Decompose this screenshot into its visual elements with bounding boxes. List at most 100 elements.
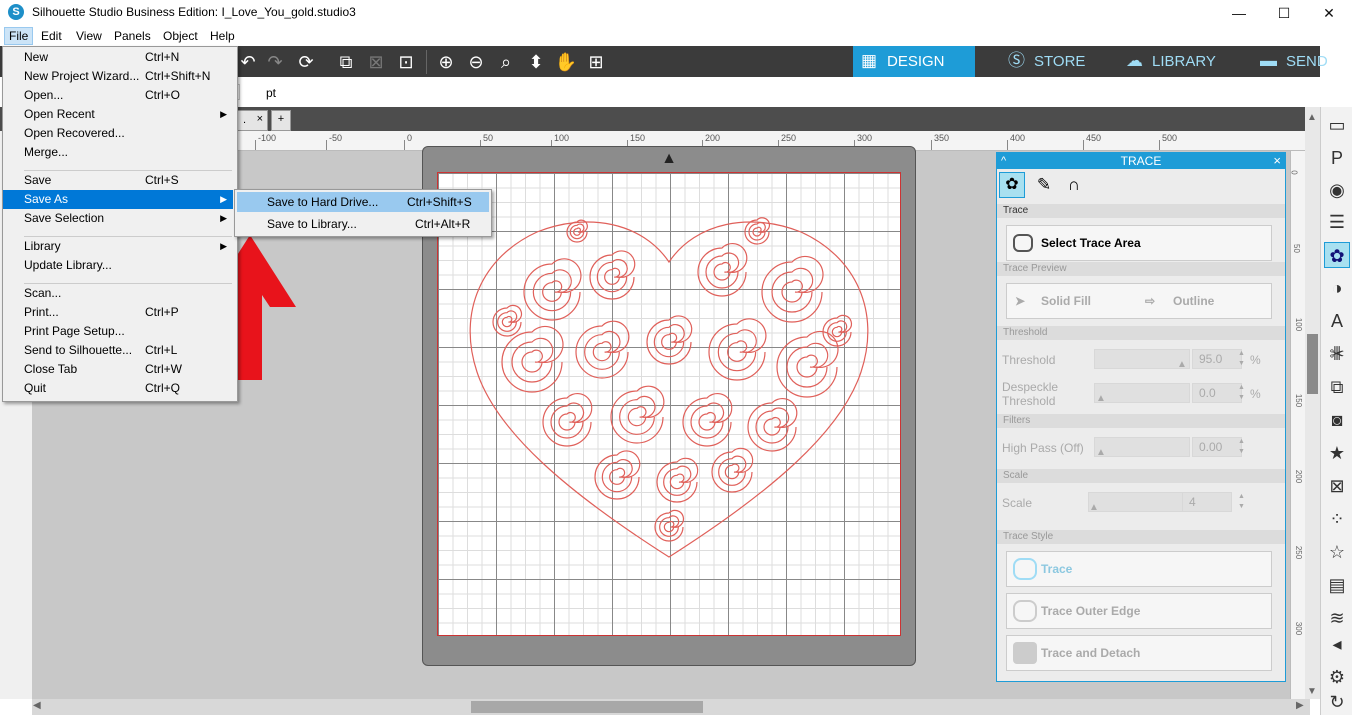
compound-path-icon[interactable]: ⊡ <box>394 50 418 74</box>
undo-icon[interactable]: ↶ <box>236 50 260 74</box>
threshold-slider[interactable] <box>1094 349 1190 369</box>
pixscan-icon[interactable]: P <box>1324 145 1350 171</box>
file-menu-item-open[interactable]: Open... Ctrl+O <box>3 86 233 105</box>
threshold-slider-handle[interactable]: ▲ <box>1177 359 1187 370</box>
fill-icon[interactable]: ◉ <box>1324 177 1350 203</box>
threshold-stepper-icon[interactable]: ▲ ▼ <box>1238 349 1245 369</box>
add-tab-button[interactable]: + <box>271 110 291 131</box>
collapse-panel-icon[interactable]: ^ <box>1001 153 1006 169</box>
despeckle-slider[interactable] <box>1094 383 1190 403</box>
collapse-icon[interactable]: ◂ <box>1324 631 1350 657</box>
high-pass-slider[interactable] <box>1094 437 1190 457</box>
drag-zoom-icon[interactable]: ⬍ <box>524 50 548 74</box>
high-pass-slider-handle[interactable]: ▲ <box>1096 447 1106 458</box>
document-tab[interactable]: . × <box>236 110 268 131</box>
redo-icon[interactable]: ↷ <box>263 50 287 74</box>
scale-input[interactable]: 4 <box>1182 492 1232 512</box>
high-pass-stepper-icon[interactable]: ▲ ▼ <box>1238 437 1245 457</box>
library-star-icon[interactable]: ☆ <box>1324 539 1350 565</box>
offset-icon[interactable]: ◑ <box>1324 275 1350 301</box>
trace-and-detach-button[interactable]: Trace and Detach <box>1006 635 1272 671</box>
file-menu-item-open-recovered[interactable]: Open Recovered... <box>3 124 233 143</box>
trace-outer-edge-button[interactable]: Trace Outer Edge <box>1006 593 1272 629</box>
trace-icon[interactable]: ✿ <box>1324 242 1350 268</box>
despeckle-slider-handle[interactable]: ▲ <box>1096 393 1106 404</box>
file-menu-item-update-library[interactable]: Update Library... <box>3 256 233 275</box>
zoom-out-icon[interactable]: ⊖ <box>464 50 488 74</box>
scale-stepper-icon[interactable]: ▲ ▼ <box>1238 492 1245 512</box>
zoom-in-icon[interactable]: ⊕ <box>434 50 458 74</box>
menu-view[interactable]: View <box>72 28 106 44</box>
file-menu-item-library[interactable]: Library ▶ <box>3 237 233 256</box>
maximize-button[interactable]: ☐ <box>1261 2 1307 24</box>
tab-design[interactable]: ▦ DESIGN <box>853 46 975 77</box>
vertical-scroll-thumb[interactable] <box>1307 334 1318 394</box>
file-menu-item-open-recent[interactable]: Open Recent ▶ <box>3 105 233 124</box>
dots-icon[interactable]: ⁘ <box>1324 506 1350 532</box>
close-panel-icon[interactable]: × <box>1273 153 1281 169</box>
menu-object[interactable]: Object <box>159 28 202 44</box>
file-menu-item-merge[interactable]: Merge... <box>3 143 233 162</box>
magnet-icon[interactable]: ∩ <box>1061 172 1087 198</box>
hatch-icon[interactable]: ≋ <box>1324 605 1350 631</box>
save-to-hard-drive-item[interactable]: Save to Hard Drive... Ctrl+Shift+S <box>237 192 489 212</box>
modify-icon[interactable]: ◙ <box>1324 407 1350 433</box>
fit-page-icon[interactable]: ⊞ <box>584 50 608 74</box>
settings-icon[interactable]: ⚙ <box>1324 664 1350 690</box>
file-menu-item-print-page-setup[interactable]: Print Page Setup... <box>3 322 233 341</box>
star-icon[interactable]: ★ <box>1324 440 1350 466</box>
pan-hand-icon[interactable]: ✋ <box>554 50 578 74</box>
save-to-library-item[interactable]: Save to Library... Ctrl+Alt+R <box>237 214 489 234</box>
knife-icon[interactable]: ⊠ <box>1324 473 1350 499</box>
tab-library[interactable]: ☁ LIBRARY <box>1118 46 1238 77</box>
menu-panels[interactable]: Panels <box>110 28 155 44</box>
select-trace-area-button[interactable]: Select Trace Area <box>1006 225 1272 261</box>
scroll-up-icon[interactable]: ▲ <box>1307 112 1317 123</box>
refresh-icon[interactable]: ↻ <box>1324 689 1350 715</box>
group-icon[interactable]: ⧉ <box>334 50 358 74</box>
file-menu-item-close-tab[interactable]: Close Tab Ctrl+W <box>3 360 233 379</box>
eyedropper-icon[interactable]: ✎ <box>1031 172 1057 198</box>
scroll-left-icon[interactable]: ◀ <box>33 700 41 711</box>
horizontal-scroll-thumb[interactable] <box>471 701 703 713</box>
menu-help[interactable]: Help <box>206 28 239 44</box>
scale-slider[interactable] <box>1088 492 1184 512</box>
line-icon[interactable]: ☰ <box>1324 209 1350 235</box>
redraw-icon[interactable]: ⟳ <box>294 50 318 74</box>
close-window-button[interactable]: ✕ <box>1306 2 1352 24</box>
replicate-icon[interactable]: ⧉ <box>1324 374 1350 400</box>
file-menu-item-print[interactable]: Print... Ctrl+P <box>3 303 233 322</box>
file-menu-item-new[interactable]: New Ctrl+N <box>3 48 233 67</box>
page-icon[interactable]: ▭ <box>1324 112 1350 138</box>
ungroup-icon[interactable]: ⊠ <box>364 50 388 74</box>
text-icon[interactable]: A <box>1324 308 1350 334</box>
despeckle-stepper-icon[interactable]: ▲ ▼ <box>1238 383 1245 403</box>
scale-slider-handle[interactable]: ▲ <box>1089 502 1099 513</box>
menu-file[interactable]: File <box>4 27 34 45</box>
trace-tool-icon[interactable]: ✿ <box>999 172 1025 198</box>
file-menu-item-save[interactable]: Save Ctrl+S <box>3 171 233 190</box>
sketch-icon[interactable]: ▤ <box>1324 572 1350 598</box>
transform-icon[interactable]: ✂ <box>1324 341 1350 367</box>
scroll-down-icon[interactable]: ▼ <box>1307 686 1317 697</box>
file-menu-item-scan[interactable]: Scan... <box>3 284 233 303</box>
high-pass-input[interactable]: 0.00 <box>1192 437 1242 457</box>
file-menu-item-send-to-silhouette[interactable]: Send to Silhouette... Ctrl+L <box>3 341 233 360</box>
tab-send[interactable]: ▬ SEND <box>1252 46 1332 77</box>
minimize-button[interactable]: — <box>1216 2 1262 24</box>
file-menu-item-quit[interactable]: Quit Ctrl+Q <box>3 379 233 398</box>
threshold-input[interactable]: 95.0 <box>1192 349 1242 369</box>
outline-option[interactable]: Outline <box>1173 284 1214 318</box>
zoom-select-icon[interactable]: ⌕ <box>494 50 518 74</box>
vertical-scrollbar[interactable] <box>1305 107 1320 699</box>
scroll-right-icon[interactable]: ▶ <box>1296 700 1304 711</box>
heart-design[interactable] <box>437 172 901 636</box>
file-menu-item-save-as[interactable]: Save As ▶ <box>3 190 233 209</box>
solid-fill-option[interactable]: Solid Fill <box>1041 284 1091 318</box>
menu-edit[interactable]: Edit <box>37 28 66 44</box>
close-tab-icon[interactable]: × <box>257 113 263 125</box>
file-menu-item-save-selection[interactable]: Save Selection ▶ <box>3 209 233 228</box>
trace-button[interactable]: Trace <box>1006 551 1272 587</box>
file-menu-item-new-project-wizard[interactable]: New Project Wizard... Ctrl+Shift+N <box>3 67 233 86</box>
tab-store[interactable]: Ⓢ STORE <box>1000 46 1110 77</box>
